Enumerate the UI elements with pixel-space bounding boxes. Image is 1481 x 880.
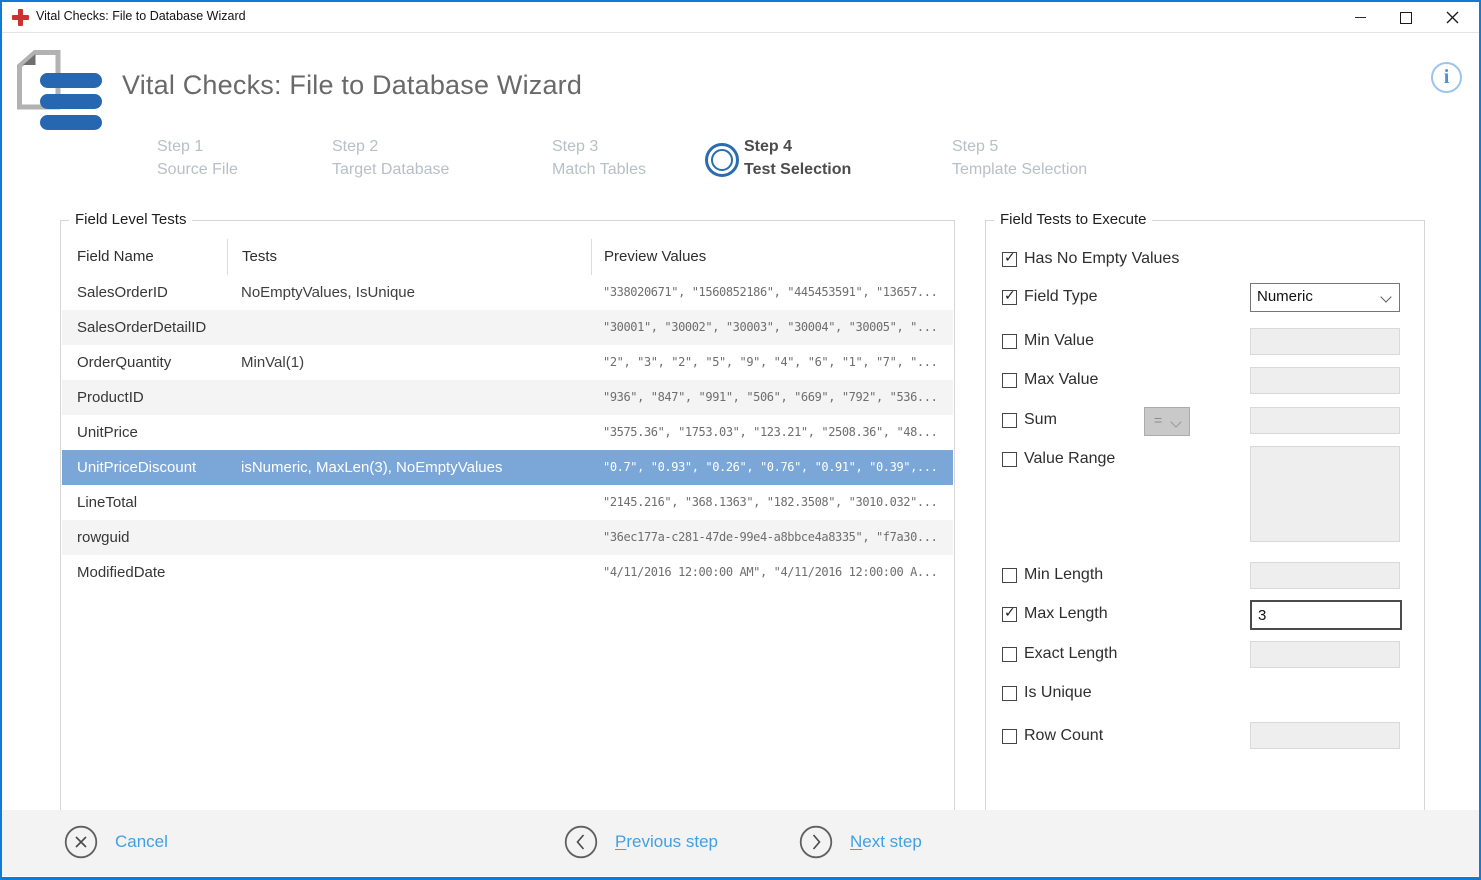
footer-bar: Cancel Previous step Next step xyxy=(2,810,1479,876)
table-row[interactable]: SalesOrderID NoEmptyValues, IsUnique "33… xyxy=(62,275,953,310)
table-row[interactable]: UnitPrice "3575.36", "1753.03", "123.21"… xyxy=(62,415,953,450)
value-range-textarea xyxy=(1250,446,1400,542)
title-bar: Vital Checks: File to Database Wizard xyxy=(2,2,1479,33)
info-icon[interactable]: i xyxy=(1431,62,1462,93)
table-row[interactable]: LineTotal "2145.216", "368.1363", "182.3… xyxy=(62,485,953,520)
step-indicator-1: Step 1 Source File xyxy=(157,138,238,178)
table-row[interactable]: OrderQuantity MinVal(1) "2", "3", "2", "… xyxy=(62,345,953,380)
group-label: Field Tests to Execute xyxy=(994,211,1153,228)
min-length-input xyxy=(1250,562,1400,589)
chevron-down-icon xyxy=(1170,416,1182,428)
min-length-label[interactable]: Min Length xyxy=(1024,566,1103,584)
next-step-button[interactable]: Next step xyxy=(799,825,922,859)
exact-length-input xyxy=(1250,641,1400,668)
app-cross-icon xyxy=(12,9,29,26)
field-level-tests-table: SalesOrderID NoEmptyValues, IsUnique "33… xyxy=(62,275,953,590)
maximize-icon xyxy=(1400,11,1412,24)
row-count-checkbox[interactable] xyxy=(1002,729,1017,744)
table-row[interactable]: SalesOrderDetailID "30001", "30002", "30… xyxy=(62,310,953,345)
max-value-label[interactable]: Max Value xyxy=(1024,371,1098,389)
column-header-tests: Tests xyxy=(227,239,591,275)
cancel-button[interactable]: Cancel xyxy=(64,825,168,859)
field-tests-to-execute-group: Field Tests to Execute ✓ Has No Empty Va… xyxy=(985,211,1425,810)
table-row[interactable]: ProductID "936", "847", "991", "506", "6… xyxy=(62,380,953,415)
step-indicator-5: Step 5 Template Selection xyxy=(952,138,1088,178)
chevron-down-icon xyxy=(1380,291,1392,303)
window-title: Vital Checks: File to Database Wizard xyxy=(36,9,246,23)
field-type-label[interactable]: Field Type xyxy=(1024,288,1098,306)
table-header: Field Name Tests Preview Values xyxy=(62,239,953,275)
previous-circle-icon xyxy=(564,825,598,859)
table-row-selected[interactable]: UnitPriceDiscount isNumeric, MaxLen(3), … xyxy=(62,450,953,485)
max-value-input xyxy=(1250,367,1400,394)
step-indicator-2: Step 2 Target Database xyxy=(332,138,450,178)
max-length-checkbox[interactable]: ✓ xyxy=(1002,604,1017,622)
max-value-checkbox[interactable] xyxy=(1002,373,1017,388)
close-icon xyxy=(1446,11,1458,24)
exact-length-checkbox[interactable] xyxy=(1002,647,1017,662)
is-unique-checkbox[interactable] xyxy=(1002,686,1017,701)
has-no-empty-values-label[interactable]: Has No Empty Values xyxy=(1024,250,1179,268)
field-type-checkbox[interactable]: ✓ xyxy=(1002,287,1017,305)
step-indicator-4: Step 4 Test Selection xyxy=(744,138,852,178)
sum-input xyxy=(1250,407,1400,434)
close-button[interactable] xyxy=(1429,2,1475,33)
has-no-empty-values-checkbox[interactable]: ✓ xyxy=(1002,249,1017,267)
exact-length-label[interactable]: Exact Length xyxy=(1024,645,1117,663)
app-logo-icon xyxy=(17,50,102,130)
row-count-label[interactable]: Row Count xyxy=(1024,727,1103,745)
field-level-tests-group: Field Level Tests Field Name Tests Previ… xyxy=(60,211,955,810)
is-unique-label[interactable]: Is Unique xyxy=(1024,684,1092,702)
cancel-circle-icon xyxy=(64,825,98,859)
value-range-label[interactable]: Value Range xyxy=(1024,450,1115,468)
max-length-label[interactable]: Max Length xyxy=(1024,605,1108,623)
maximize-button[interactable] xyxy=(1383,2,1429,33)
minimize-icon xyxy=(1354,17,1366,18)
sum-operator-dropdown: = xyxy=(1144,407,1190,436)
page-title: Vital Checks: File to Database Wizard xyxy=(122,70,583,100)
field-type-dropdown[interactable]: Numeric xyxy=(1250,283,1400,312)
minimize-button[interactable] xyxy=(1337,2,1383,33)
current-step-circle-icon xyxy=(705,143,739,177)
column-header-field-name: Field Name xyxy=(77,248,154,265)
min-value-checkbox[interactable] xyxy=(1002,334,1017,349)
min-value-label[interactable]: Min Value xyxy=(1024,332,1094,350)
min-length-checkbox[interactable] xyxy=(1002,568,1017,583)
column-header-preview-values: Preview Values xyxy=(591,239,953,275)
table-row[interactable]: ModifiedDate "4/11/2016 12:00:00 AM", "4… xyxy=(62,555,953,590)
previous-step-button[interactable]: Previous step xyxy=(564,825,718,859)
sum-checkbox[interactable] xyxy=(1002,413,1017,428)
next-circle-icon xyxy=(799,825,833,859)
group-label: Field Level Tests xyxy=(69,211,193,228)
table-row[interactable]: rowguid "36ec177a-c281-47de-99e4-a8bbce4… xyxy=(62,520,953,555)
min-value-input xyxy=(1250,328,1400,355)
sum-label[interactable]: Sum xyxy=(1024,411,1057,429)
value-range-checkbox[interactable] xyxy=(1002,452,1017,467)
max-length-input[interactable] xyxy=(1250,600,1402,630)
wizard-window: Vital Checks: File to Database Wizard Vi… xyxy=(0,0,1481,880)
row-count-input xyxy=(1250,722,1400,749)
step-indicator-3: Step 3 Match Tables xyxy=(552,138,646,178)
